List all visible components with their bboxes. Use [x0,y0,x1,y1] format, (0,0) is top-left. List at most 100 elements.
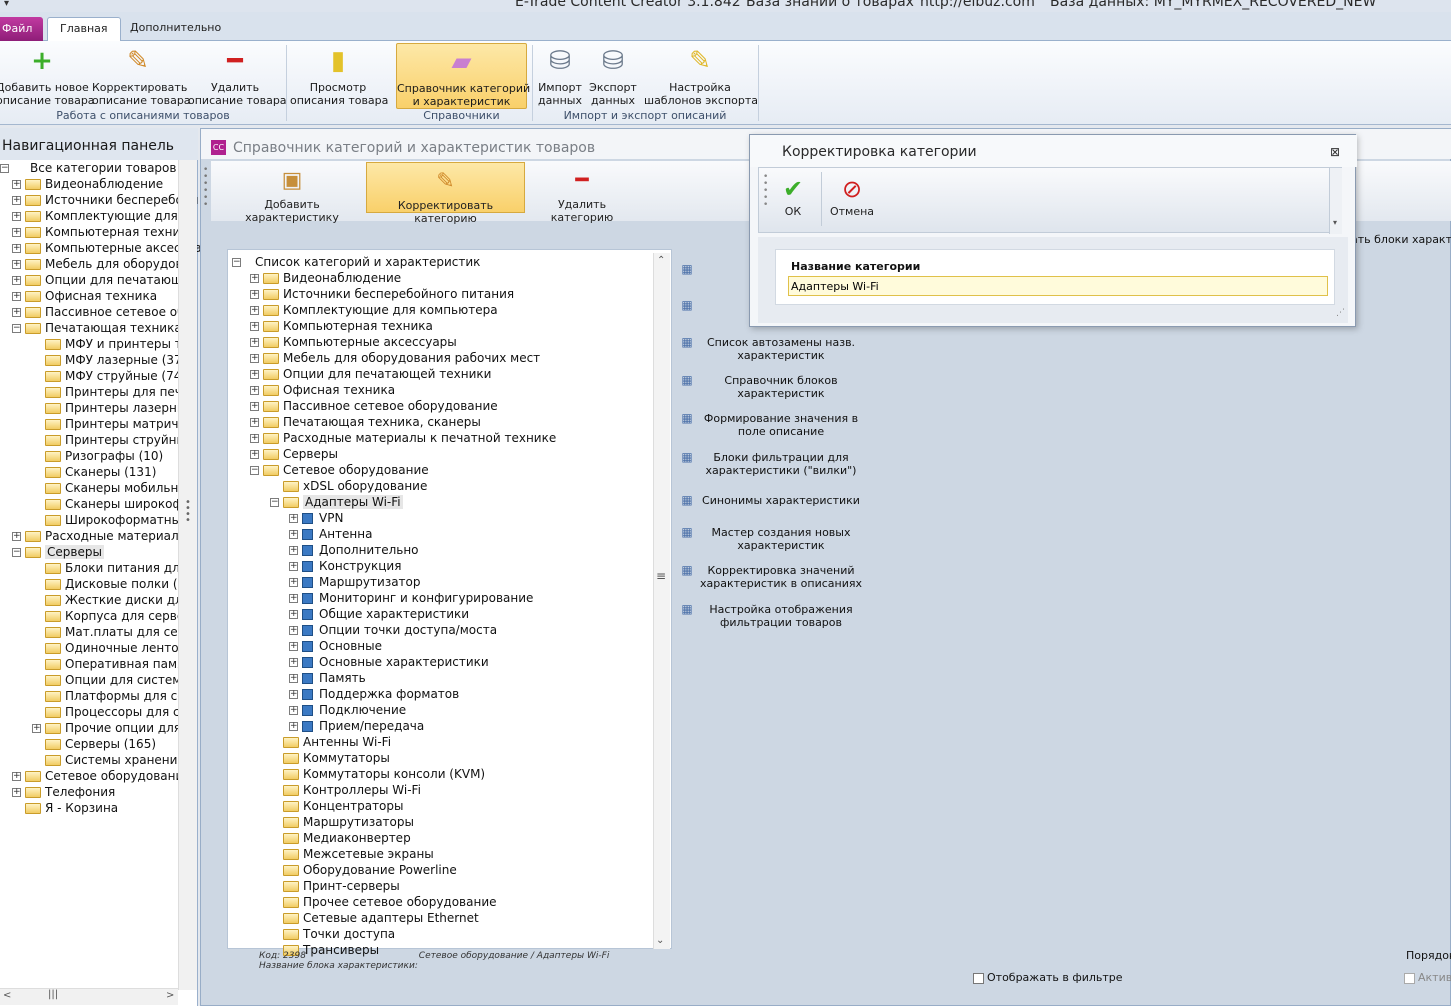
category-tree-item[interactable]: + Опции для печатающей техники [250,366,491,382]
delete-category-button[interactable]: ━ Удалить категорию [527,162,637,224]
category-tree-item[interactable]: + Серверы [250,446,338,462]
expand-plus-icon[interactable]: + [250,434,259,443]
resize-grip-icon[interactable]: ⋰ [1336,308,1345,318]
expand-plus-icon[interactable]: + [32,724,41,733]
nav-tree-item[interactable]: + Пассивное сетевое об [12,304,185,320]
expand-plus-icon[interactable]: + [250,450,259,459]
scroll-up-arrow-icon[interactable]: ⌃ [657,255,665,266]
side-action-button[interactable]: ▦ Список автозамены назв. характеристик [679,336,869,363]
category-tree-item[interactable]: Оборудование Powerline [270,862,457,878]
checkbox-box-icon[interactable] [973,972,984,984]
collapse-minus-icon[interactable]: − [12,324,21,333]
expand-plus-icon[interactable]: + [289,562,298,571]
edit-description-button[interactable]: ✎ Корректировать описание товара [92,43,191,109]
toolbar-overflow[interactable]: ▾ [1329,168,1342,234]
characteristic-block-item[interactable]: + Мониторинг и конфигурирование [289,590,533,606]
category-tree-item[interactable]: + Расходные материалы к печатной технике [250,430,556,446]
category-tree-item[interactable]: + Комплектующие для компьютера [250,302,498,318]
nav-tree-item[interactable]: МФУ лазерные (370 [32,352,189,368]
expand-plus-icon[interactable]: + [289,706,298,715]
category-tree-item[interactable]: Контроллеры Wi-Fi [270,782,421,798]
tab-extra[interactable]: Дополнительно [118,17,233,41]
expand-plus-icon[interactable]: + [12,244,21,253]
category-tree-item[interactable]: Антенны Wi-Fi [270,734,391,750]
scroll-down-arrow-icon[interactable]: ⌄ [656,935,664,946]
nav-tree-item[interactable]: Я - Корзина [12,800,118,816]
active-checkbox[interactable]: Актив [1404,971,1451,984]
side-action-button[interactable]: ▦ Настройка отображения фильтрации товаро… [679,603,869,630]
characteristic-block-item[interactable]: + Маршрутизатор [289,574,421,590]
expand-plus-icon[interactable]: + [289,578,298,587]
category-name-input[interactable] [788,276,1328,296]
tab-file[interactable]: Файл [0,17,43,41]
import-data-button[interactable]: ⛁ Импорт данных [535,43,585,109]
nav-tree-item[interactable]: Принтеры струйные [32,432,193,448]
nav-tree-item[interactable]: + Прочие опции для [32,720,181,736]
expand-plus-icon[interactable]: + [12,292,21,301]
expand-plus-icon[interactable]: + [12,212,21,221]
category-tree-item[interactable]: Прочее сетевое оборудование [270,894,497,910]
category-directory-button[interactable]: ▰ Справочник категорий и характеристик [396,43,530,109]
nav-tree-item[interactable]: Мат.платы для серв [32,624,192,640]
collapse-minus-icon[interactable]: − [12,548,21,557]
characteristic-block-item[interactable]: + Общие характеристики [289,606,469,622]
show-in-filter-checkbox[interactable]: Отображать в фильтре [973,971,1123,984]
nav-tree-item[interactable]: + Опции для печатающе [12,272,190,288]
cancel-button[interactable]: ⊘ Отмена [823,170,881,228]
export-data-button[interactable]: ⛁ Экспорт данных [588,43,638,109]
nav-tree-item[interactable]: Процессоры для се [32,704,187,720]
characteristic-block-item[interactable]: + Основные [289,638,382,654]
tree-vertical-scrollbar[interactable]: ⌃ ⌄ [653,253,670,949]
nav-tree-item[interactable]: Системы хранения [32,752,185,768]
characteristic-block-item[interactable]: + Опции точки доступа/моста [289,622,497,638]
nav-tree-item[interactable]: − Серверы [12,544,104,560]
collapse-minus-icon[interactable]: − [270,498,279,507]
ok-button[interactable]: ✔ ОК [765,170,821,228]
expand-plus-icon[interactable]: + [12,180,21,189]
category-tree-item[interactable]: Межсетевые экраны [270,846,434,862]
nav-tree-item[interactable]: Ризографы (10) [32,448,163,464]
expand-plus-icon[interactable]: + [289,610,298,619]
nav-tree-item[interactable]: Оперативная памят [32,656,191,672]
expand-plus-icon[interactable]: + [289,626,298,635]
nav-tree-item[interactable]: − Все категории товаров [0,160,176,176]
characteristic-block-item[interactable]: + Антенна [289,526,372,542]
add-characteristic-button[interactable]: ▣ Добавить характеристику [221,162,363,224]
nav-tree-item[interactable]: + Офисная техника [12,288,157,304]
close-icon[interactable]: ⊠ [1330,145,1340,159]
category-tree-item[interactable]: xDSL оборудование [270,478,427,494]
expand-plus-icon[interactable]: + [289,546,298,555]
expand-plus-icon[interactable]: + [289,674,298,683]
expand-plus-icon[interactable]: + [250,402,259,411]
view-description-button[interactable]: ▮ Просмотр описания товара [290,43,388,109]
expand-plus-icon[interactable]: + [12,196,21,205]
nav-tree-item[interactable]: Серверы (165) [32,736,156,752]
nav-tree-item[interactable]: Корпуса для сервер [32,608,192,624]
category-tree-item[interactable]: − Список категорий и характеристик [232,254,480,270]
toolbar-grip-icon[interactable]: • • • • • • [203,166,208,210]
nav-tree-item[interactable]: Сканеры мобильные [32,480,195,496]
nav-tree-item[interactable]: + Компьютерная техника [12,224,195,240]
category-tree-item[interactable]: + Компьютерные аксессуары [250,334,457,350]
category-tree-item[interactable]: − Адаптеры Wi-Fi [270,494,403,510]
expand-plus-icon[interactable]: + [250,322,259,331]
nav-tree-item[interactable]: + Сетевое оборудование [12,768,191,784]
expand-plus-icon[interactable]: + [289,642,298,651]
expand-plus-icon[interactable]: + [289,514,298,523]
side-action-button[interactable]: ▦ Блоки фильтрации для характеристики ("в… [679,451,869,478]
category-tree-item[interactable]: + Пассивное сетевое оборудование [250,398,498,414]
expand-plus-icon[interactable]: + [12,228,21,237]
nav-tree-item[interactable]: Жесткие диски для [32,592,190,608]
quick-access-chevron-icon[interactable]: ▾ [4,0,9,9]
characteristic-block-item[interactable]: + Основные характеристики [289,654,489,670]
nav-tree-item[interactable]: МФУ и принтеры те [32,336,189,352]
expand-plus-icon[interactable]: + [12,276,21,285]
scroll-left-arrow-icon[interactable]: < [3,990,11,1001]
category-tree-item[interactable]: + Источники бесперебойного питания [250,286,514,302]
tab-home[interactable]: Главная [47,17,121,41]
nav-tree-item[interactable]: Сканеры широкофо [32,496,190,512]
category-tree-item[interactable]: − Сетевое оборудование [250,462,429,478]
nav-tree-item[interactable]: Дисковые полки (3 [32,576,185,592]
expand-plus-icon[interactable]: + [289,594,298,603]
scroll-thumb-grip-icon[interactable]: ||| [48,989,58,1000]
